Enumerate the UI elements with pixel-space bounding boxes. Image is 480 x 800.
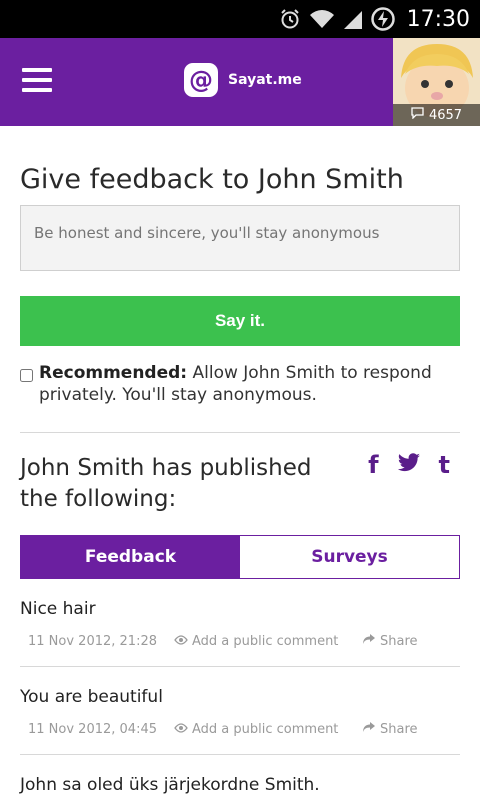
published-section-header: John Smith has published the following: … <box>20 453 460 513</box>
feedback-meta: 11 Nov 2012, 04:45 Add a public comment … <box>20 721 460 737</box>
tumblr-icon[interactable]: t <box>439 453 450 477</box>
sayatme-logo-icon: @ <box>184 63 218 97</box>
feedback-text: Nice hair <box>20 599 96 619</box>
feedback-date: 11 Nov 2012, 21:28 <box>28 633 157 649</box>
chat-icon <box>411 107 424 123</box>
feedback-meta: 11 Nov 2012, 21:28 Add a public comment … <box>20 633 460 649</box>
feedback-text: John sa oled üks järjekordne Smith. <box>20 775 320 795</box>
share-link[interactable]: Share <box>362 633 418 649</box>
recommended-label: Recommended: <box>39 363 188 383</box>
status-bar: 17:30 <box>0 0 480 38</box>
alarm-icon <box>279 8 301 30</box>
published-title: John Smith has published the following: <box>20 455 312 512</box>
add-comment-link[interactable]: Add a public comment <box>174 722 362 737</box>
status-time: 17:30 <box>406 6 470 32</box>
message-count: 4657 <box>393 104 480 126</box>
list-item: You are beautiful 11 Nov 2012, 04:45 Add… <box>20 667 460 755</box>
avatar[interactable]: 4657 <box>393 38 480 126</box>
eye-icon <box>174 722 188 737</box>
hamburger-icon <box>22 68 52 72</box>
menu-button[interactable] <box>22 68 52 94</box>
facebook-icon[interactable]: f <box>368 453 378 477</box>
page-title: Give feedback to John Smith <box>20 164 404 195</box>
wifi-icon <box>309 8 335 30</box>
share-icons: f t <box>368 453 450 477</box>
feedback-date: 11 Nov 2012, 04:45 <box>28 721 157 737</box>
brand[interactable]: @ Sayat.me <box>184 62 302 98</box>
tab-feedback[interactable]: Feedback <box>21 536 240 578</box>
feedback-text: You are beautiful <box>20 687 163 707</box>
content-tabs: Feedback Surveys <box>20 535 460 579</box>
say-it-button[interactable]: Say it. <box>20 296 460 346</box>
brand-name: Sayat.me <box>228 72 302 88</box>
signal-icon <box>343 8 363 30</box>
feedback-input[interactable] <box>20 205 460 271</box>
recommended-text: Recommended: Allow John Smith to respond… <box>39 362 460 406</box>
share-link[interactable]: Share <box>362 721 418 737</box>
divider <box>20 432 460 433</box>
list-item: John sa oled üks järjekordne Smith. <box>20 755 460 800</box>
battery-charging-icon <box>370 7 395 31</box>
twitter-icon[interactable] <box>397 453 421 477</box>
list-item: Nice hair 11 Nov 2012, 21:28 Add a publi… <box>20 579 460 667</box>
main-content: Give feedback to John Smith Say it. Reco… <box>20 126 460 800</box>
recommended-checkbox[interactable] <box>20 369 33 382</box>
add-comment-link[interactable]: Add a public comment <box>174 634 362 649</box>
recommended-option: Recommended: Allow John Smith to respond… <box>20 362 460 406</box>
share-arrow-icon <box>362 633 376 649</box>
app-header: @ Sayat.me 4657 <box>0 38 480 126</box>
tab-surveys[interactable]: Surveys <box>240 536 459 578</box>
share-arrow-icon <box>362 721 376 737</box>
eye-icon <box>174 634 188 649</box>
feedback-list: Nice hair 11 Nov 2012, 21:28 Add a publi… <box>20 579 460 800</box>
